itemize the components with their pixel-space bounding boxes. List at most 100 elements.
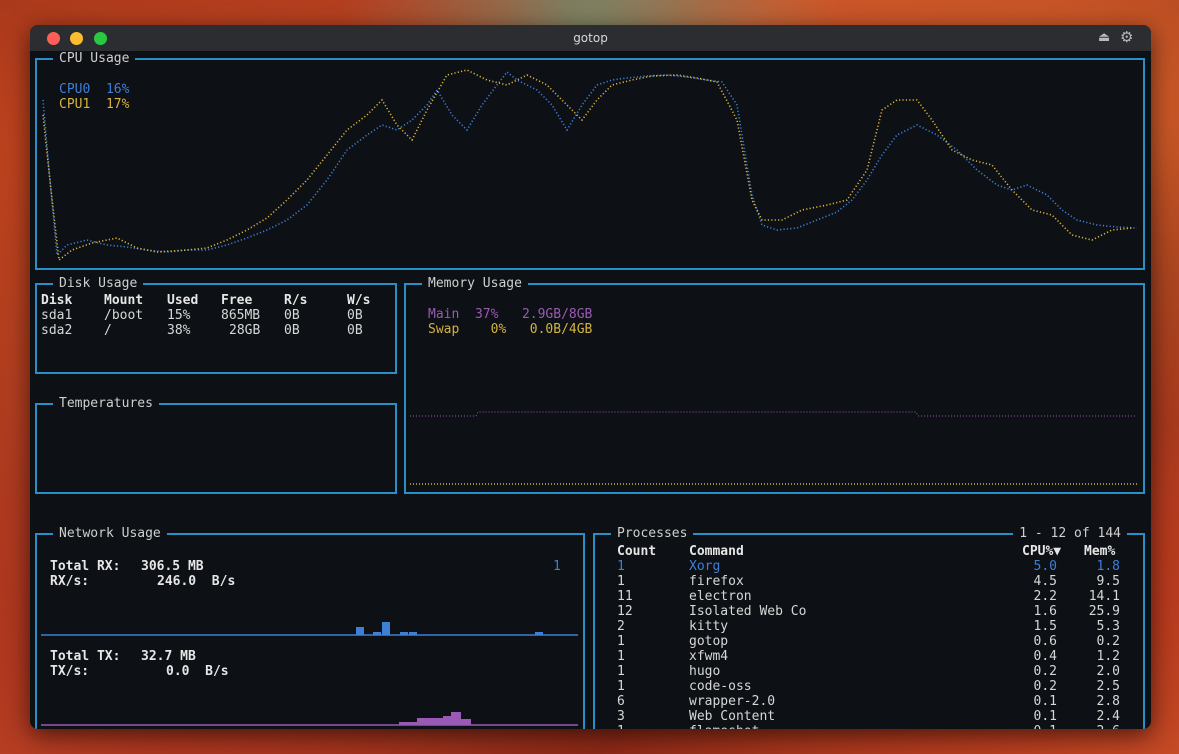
process-row[interactable]: 1 hugo 0.2 2.0 bbox=[595, 664, 1143, 679]
disk-row-mount: / bbox=[104, 323, 112, 338]
sparkline-bar bbox=[400, 632, 408, 635]
process-row[interactable]: 1 flameshot 0.12.6 bbox=[595, 724, 1143, 729]
disk-header-write: W/s bbox=[347, 293, 371, 308]
process-cpu: 0.1 bbox=[995, 724, 1057, 729]
process-count: 1 bbox=[617, 664, 625, 679]
process-row[interactable]: 1 code-oss 0.2 2.5 bbox=[595, 679, 1143, 694]
process-cpu: 4.5 bbox=[1033, 574, 1057, 589]
cpu-usage-panel: CPU Usage CPU0 16% CPU1 17% bbox=[35, 51, 1145, 270]
sparkline-bar bbox=[535, 632, 543, 635]
process-row[interactable]: 1 Xorg 5.0 1.8 bbox=[595, 559, 1143, 574]
process-mem: 2.6 bbox=[1060, 724, 1120, 729]
process-mem: 0.2 bbox=[1096, 634, 1120, 649]
process-cpu: 0.6 bbox=[1033, 634, 1057, 649]
disk-header-mount: Mount bbox=[104, 293, 144, 308]
process-count: 1 bbox=[617, 679, 625, 694]
process-cpu: 1.5 bbox=[1033, 619, 1057, 634]
title-bar: gotop ⏏ ⚙ bbox=[30, 25, 1151, 51]
disk-row-write: 0B bbox=[347, 323, 363, 338]
processes-panel-title: Processes bbox=[611, 526, 694, 542]
process-command: flameshot bbox=[689, 724, 989, 729]
process-count: 2 bbox=[617, 619, 625, 634]
disk-header-read: R/s bbox=[284, 293, 308, 308]
process-cpu: 0.1 bbox=[1033, 709, 1057, 724]
sparkline-bar bbox=[382, 622, 390, 635]
process-count: 11 bbox=[617, 589, 633, 604]
sparkline-bar bbox=[461, 719, 471, 725]
process-cpu: 0.1 bbox=[1033, 694, 1057, 709]
disk-row-name: sda2 bbox=[41, 323, 73, 338]
tx-rate-label: TX/s: bbox=[50, 664, 90, 679]
temperatures-panel: Temperatures bbox=[35, 396, 397, 494]
rx-total-value: 306.5 MB bbox=[141, 559, 204, 574]
process-cpu: 5.0 bbox=[1033, 559, 1057, 574]
memory-usage-graph bbox=[410, 411, 1137, 485]
disk-header-used: Used bbox=[167, 293, 199, 308]
eject-icon[interactable]: ⏏ bbox=[1098, 30, 1110, 45]
cpu-usage-graph bbox=[42, 69, 1138, 262]
process-count: 12 bbox=[617, 604, 633, 619]
process-row[interactable]: 12 Isolated Web Co 1.6 25.9 bbox=[595, 604, 1143, 619]
process-command: firefox bbox=[689, 574, 744, 589]
disk-row-write: 0B bbox=[347, 308, 363, 323]
process-cpu: 0.4 bbox=[1033, 649, 1057, 664]
process-mem: 2.5 bbox=[1096, 679, 1120, 694]
process-command: wrapper-2.0 bbox=[689, 694, 776, 709]
disk-row-free: 865MB bbox=[221, 308, 261, 323]
sparkline-bar bbox=[409, 632, 417, 635]
process-command: gotop bbox=[689, 634, 729, 649]
process-command: code-oss bbox=[689, 679, 752, 694]
process-command: hugo bbox=[689, 664, 721, 679]
memory-usage-panel: Memory Usage Main 37% 2.9GB/8GB Swap 0% … bbox=[404, 276, 1145, 494]
proc-header-command[interactable]: Command bbox=[689, 544, 744, 559]
process-mem: 25.9 bbox=[1088, 604, 1120, 619]
temperatures-panel-title: Temperatures bbox=[53, 396, 159, 412]
process-command: kitty bbox=[689, 619, 729, 634]
process-command: Isolated Web Co bbox=[689, 604, 807, 619]
disk-row-read: 0B bbox=[284, 323, 300, 338]
disk-usage-panel: Disk Usage Disk Mount Used Free R/s W/s … bbox=[35, 276, 397, 374]
disk-panel-title: Disk Usage bbox=[53, 276, 144, 292]
process-count: 6 bbox=[617, 694, 625, 709]
disk-header-disk: Disk bbox=[41, 293, 73, 308]
process-command: Web Content bbox=[689, 709, 776, 724]
process-mem: 9.5 bbox=[1096, 574, 1120, 589]
proc-header-mem[interactable]: Mem% bbox=[1084, 544, 1115, 559]
sparkline-bar bbox=[399, 722, 417, 725]
process-row[interactable]: 1 gotop 0.6 0.2 bbox=[595, 634, 1143, 649]
process-mem: 5.3 bbox=[1096, 619, 1120, 634]
process-row[interactable]: 3 Web Content 0.1 2.4 bbox=[595, 709, 1143, 724]
rx-total-label: Total RX: bbox=[50, 559, 121, 574]
network-panel-title: Network Usage bbox=[53, 526, 167, 542]
app-window: gotop ⏏ ⚙ CPU Usage CPU0 16% CPU1 17% Di… bbox=[30, 25, 1151, 729]
gear-icon[interactable]: ⚙ bbox=[1120, 28, 1133, 46]
cpu0-series bbox=[42, 70, 1138, 257]
process-count: 1 bbox=[617, 634, 625, 649]
tx-total-value: 32.7 MB bbox=[141, 649, 196, 664]
proc-header-cpu[interactable]: CPU%▼ bbox=[1022, 544, 1061, 559]
process-row[interactable]: 1 xfwm4 0.4 1.2 bbox=[595, 649, 1143, 664]
process-mem: 1.2 bbox=[1096, 649, 1120, 664]
disk-header-free: Free bbox=[221, 293, 253, 308]
process-command: xfwm4 bbox=[689, 649, 729, 664]
process-mem: 2.8 bbox=[1096, 694, 1120, 709]
disk-row-used: 15% bbox=[167, 308, 191, 323]
process-cpu: 1.6 bbox=[1033, 604, 1057, 619]
process-row[interactable]: 6 wrapper-2.0 0.1 2.8 bbox=[595, 694, 1143, 709]
rx-rate-label: RX/s: bbox=[50, 574, 90, 589]
process-row[interactable]: 11 electron 2.2 14.1 bbox=[595, 589, 1143, 604]
process-mem: 2.4 bbox=[1096, 709, 1120, 724]
rx-sparkline bbox=[41, 622, 578, 636]
process-row[interactable]: 2 kitty 1.5 5.3 bbox=[595, 619, 1143, 634]
processes-panel: Processes 1 - 12 of 144 Count Command CP… bbox=[593, 526, 1145, 729]
window-title: gotop bbox=[573, 31, 608, 45]
disk-row-name: sda1 bbox=[41, 308, 73, 323]
process-count: 1 bbox=[617, 574, 625, 589]
proc-header-count[interactable]: Count bbox=[617, 544, 656, 559]
sparkline-bar bbox=[356, 627, 364, 635]
disk-row-used: 38% bbox=[167, 323, 191, 338]
process-count: 3 bbox=[617, 709, 625, 724]
disk-row-mount: /boot bbox=[104, 308, 144, 323]
process-row[interactable]: 1 firefox 4.5 9.5 bbox=[595, 574, 1143, 589]
tx-sparkline bbox=[41, 712, 578, 726]
